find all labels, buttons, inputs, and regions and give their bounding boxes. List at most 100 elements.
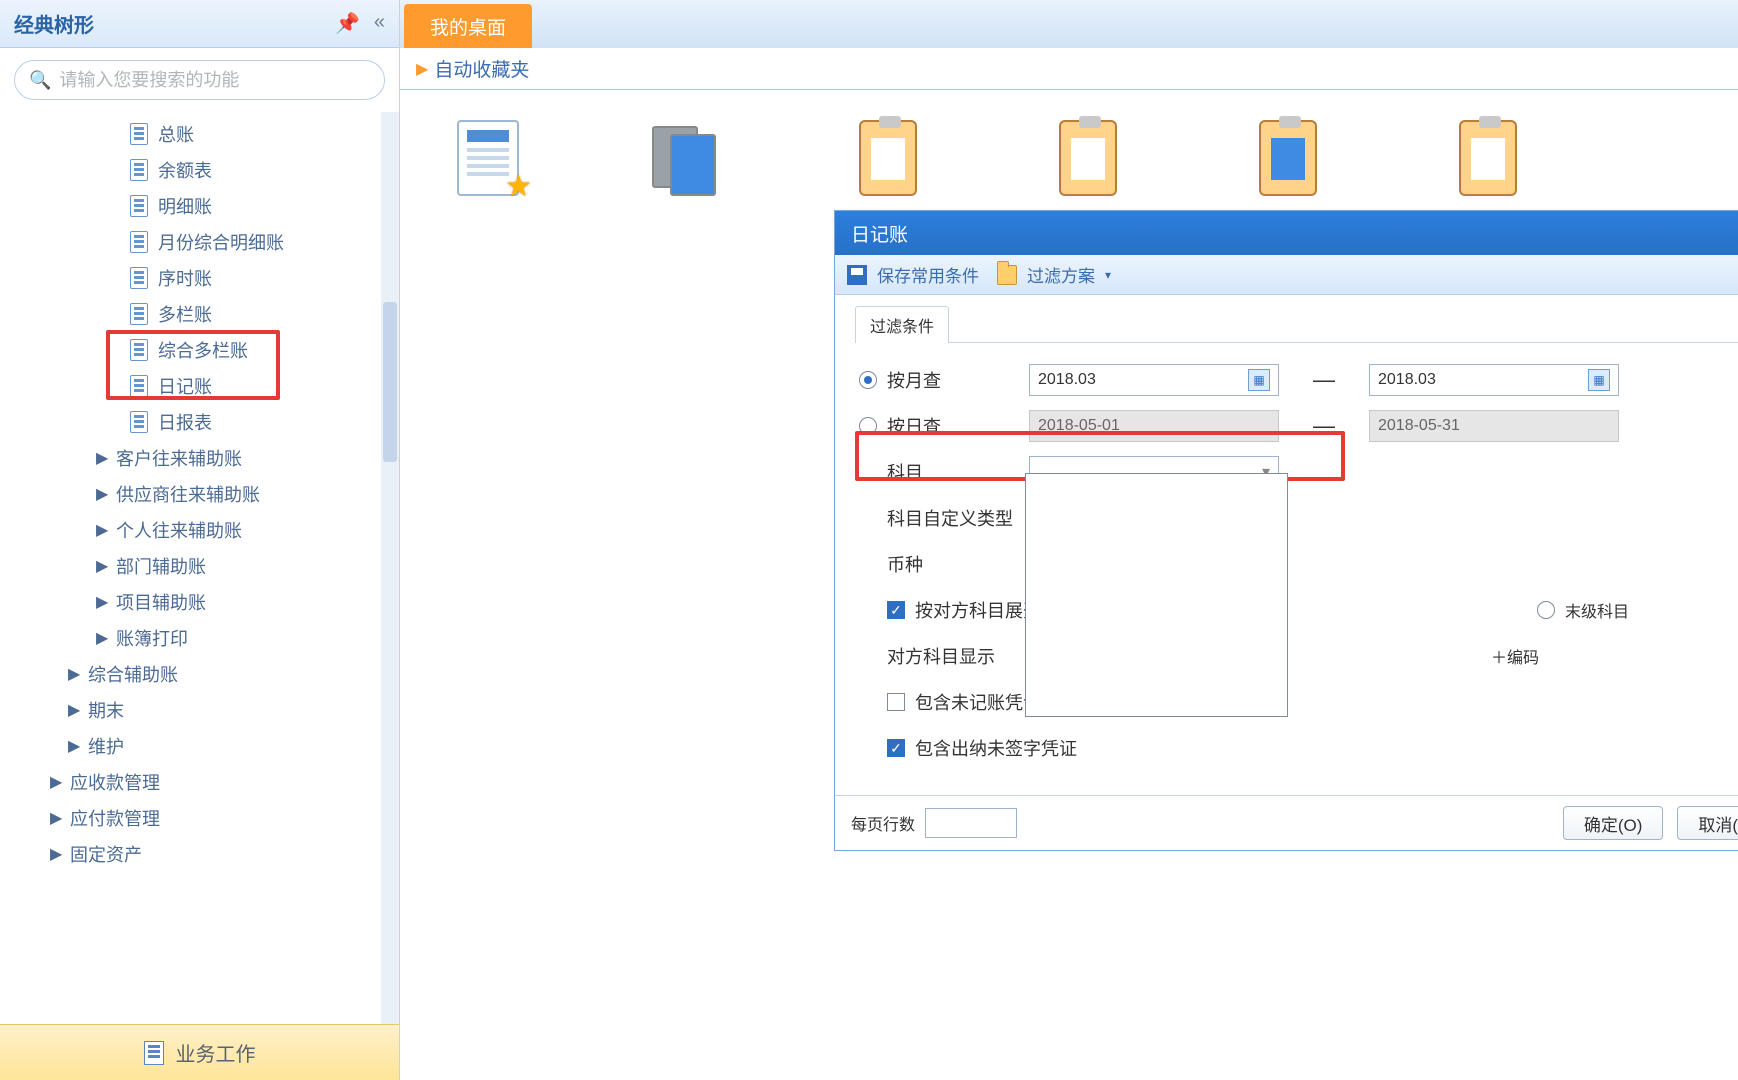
shortcut-item[interactable]: ★ [448,120,528,200]
dialog-titlebar: 日记账 ✕ [835,211,1738,255]
shortcut-item[interactable] [848,120,928,200]
tree-root[interactable]: ▶固定资产 [0,836,399,872]
tree-branch[interactable]: ▶项目辅助账 [0,584,399,620]
tree-branch[interactable]: ▶供应商往来辅助账 [0,476,399,512]
favorites-bar[interactable]: ▶ 自动收藏夹 [400,48,1738,90]
chevron-right-icon: ▶ [96,448,110,468]
chevron-right-icon: ▶ [50,808,64,828]
label-last-level: 末级科目 [1565,598,1629,622]
shortcut-item[interactable] [1248,120,1328,200]
range-dash: — [1279,413,1369,439]
sidebar-bottom-label: 业务工作 [176,1038,256,1067]
range-dash: — [1279,367,1369,393]
radio-last-level[interactable] [1537,601,1555,619]
chevron-right-icon: ▶ [50,844,64,864]
day-to-field: 2018-05-31 [1369,410,1619,442]
checkbox-include-unposted[interactable] [887,693,905,711]
tree-leaf[interactable]: 明细账 [0,188,399,224]
rows-per-page-input[interactable] [925,808,1017,838]
sidebar-search: 🔍 [0,48,399,112]
toolbar-scheme[interactable]: 过滤方案 [1027,262,1095,287]
search-input[interactable] [51,69,370,92]
filter-tabstrip: 过滤条件 [855,305,1738,343]
tab-desktop[interactable]: 我的桌面 [404,4,532,48]
chevron-down-icon[interactable]: ▾ [1105,268,1111,282]
chevron-right-icon: ▶ [96,484,110,504]
label-other-display-hint: ＋编码 [1491,644,1539,668]
main-area: 我的桌面 ▶ 自动收藏夹 ★ 购单 日记账 ✕ 保存常用条件 过滤 [400,0,1738,1080]
tree-root[interactable]: ▶应付款管理 [0,800,399,836]
tree-branch[interactable]: ▶维护 [0,728,399,764]
tree-leaf[interactable]: 多栏账 [0,296,399,332]
month-from-field[interactable]: 2018.03▦ [1029,364,1279,396]
sidebar-header: 经典树形 📌 « [0,0,399,48]
save-icon [847,265,867,285]
filter-form: 按月查 2018.03▦ — 2018.03▦ 按日查 2018-05-01 — [855,343,1738,777]
label-currency: 币种 [887,551,923,577]
chevron-right-icon: ▶ [96,556,110,576]
doc-icon [130,231,148,253]
tree-branch[interactable]: ▶账簿打印 [0,620,399,656]
collapse-icon[interactable]: « [374,11,385,36]
doc-icon [130,375,148,397]
label-subject: 科目 [887,459,923,485]
calendar-icon[interactable]: ▦ [1248,369,1270,391]
chevron-right-icon: ▶ [68,664,82,684]
chevron-right-icon: ▶ [416,59,428,79]
label-include-unsigned: 包含出纳未签字凭证 [915,735,1077,761]
tree-branch[interactable]: ▶客户往来辅助账 [0,440,399,476]
tree-leaf-journal[interactable]: 日记账 [0,368,399,404]
tree-branch[interactable]: ▶综合辅助账 [0,656,399,692]
checkbox-expand-other[interactable] [887,601,905,619]
tree-branch[interactable]: ▶个人往来辅助账 [0,512,399,548]
favorites-label: 自动收藏夹 [434,55,529,82]
doc-icon [130,195,148,217]
radio-by-day[interactable] [859,417,877,435]
chevron-right-icon: ▶ [68,736,82,756]
business-icon [144,1041,164,1065]
doc-icon [130,339,148,361]
dialog-title: 日记账 [851,220,908,247]
tree-root[interactable]: ▶应收款管理 [0,764,399,800]
chevron-right-icon: ▶ [96,520,110,540]
label-by-month: 按月查 [887,367,941,393]
shortcut-item[interactable] [1048,120,1128,200]
checkbox-include-unsigned[interactable] [887,739,905,757]
tree-branch[interactable]: ▶部门辅助账 [0,548,399,584]
label-other-display: 对方科目显示 [887,643,995,669]
tab-filter[interactable]: 过滤条件 [855,306,949,343]
chevron-right-icon: ▶ [96,592,110,612]
tree-leaf[interactable]: 序时账 [0,260,399,296]
tree-leaf[interactable]: 月份综合明细账 [0,224,399,260]
tree-leaf[interactable]: 日报表 [0,404,399,440]
radio-by-month[interactable] [859,371,877,389]
folder-icon [997,265,1017,285]
dialog-footer: 每页行数 确定(O) 取消(C) [835,795,1738,850]
month-to-field[interactable]: 2018.03▦ [1369,364,1619,396]
label-expand-other: 按对方科目展开 [915,597,1041,623]
ok-button[interactable]: 确定(O) [1563,806,1664,840]
label-rows-per-page: 每页行数 [851,811,915,835]
doc-icon [130,123,148,145]
toolbar-save[interactable]: 保存常用条件 [877,262,979,287]
pin-icon[interactable]: 📌 [335,11,360,36]
shortcut-item[interactable] [1448,120,1528,200]
tree-scroll[interactable]: 总账 余额表 明细账 月份综合明细账 序时账 多栏账 综合多栏账 日记账 日报表… [0,112,399,1024]
calendar-icon[interactable]: ▦ [1588,369,1610,391]
nav-tree: 总账 余额表 明细账 月份综合明细账 序时账 多栏账 综合多栏账 日记账 日报表… [0,112,399,882]
tree-leaf[interactable]: 余额表 [0,152,399,188]
tree-leaf[interactable]: 综合多栏账 [0,332,399,368]
cancel-button[interactable]: 取消(C) [1677,806,1738,840]
tree-branch[interactable]: ▶期末 [0,692,399,728]
subject-dropdown-popup[interactable] [1025,473,1288,717]
label-by-day: 按日查 [887,413,941,439]
sidebar-bottom-tab[interactable]: 业务工作 [0,1024,399,1080]
search-icon: 🔍 [29,70,51,91]
label-subject-type: 科目自定义类型 [887,505,1013,531]
main-tabbar: 我的桌面 [400,0,1738,48]
journal-dialog: 日记账 ✕ 保存常用条件 过滤方案 ▾ 过滤条件 按月查 [834,210,1738,851]
day-from-field: 2018-05-01 [1029,410,1279,442]
sidebar-title: 经典树形 [14,9,94,38]
shortcut-item[interactable] [648,120,728,200]
tree-leaf[interactable]: 总账 [0,116,399,152]
